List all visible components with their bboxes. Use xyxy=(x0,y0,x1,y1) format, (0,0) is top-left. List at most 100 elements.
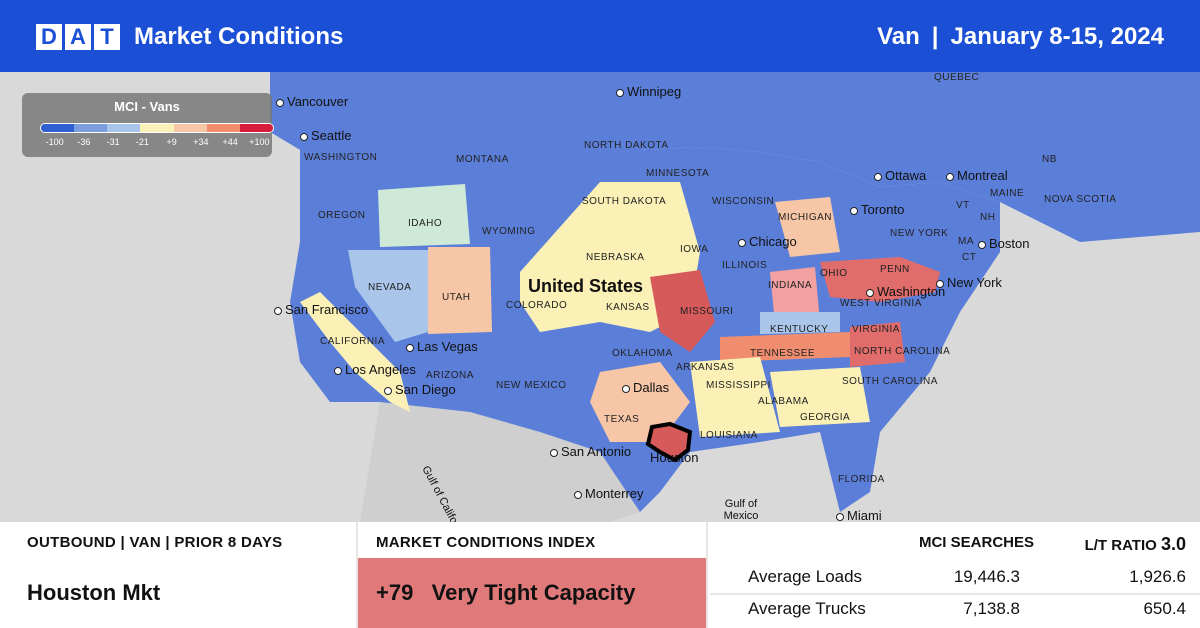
legend-tick: -21 xyxy=(135,137,149,147)
state-label: VT xyxy=(956,200,970,211)
state-label: SOUTH DAKOTA xyxy=(582,196,667,207)
state-label: UTAH xyxy=(442,292,471,303)
state-label: INDIANA xyxy=(768,280,813,291)
state-label: WYOMING xyxy=(482,226,536,237)
outbound-section: OUTBOUND | VAN | PRIOR 8 DAYS Houston Mk… xyxy=(0,522,356,628)
city-label: Toronto xyxy=(850,202,904,217)
legend-swatch xyxy=(239,124,273,132)
state-label: FLORIDA xyxy=(838,474,885,485)
header-bar: D A T Market Conditions Van | January 8-… xyxy=(0,0,1200,72)
city-label: Dallas xyxy=(622,380,669,395)
state-label: ALABAMA xyxy=(758,396,809,407)
row-label: Average Loads xyxy=(748,567,863,586)
logo-letter: D xyxy=(36,24,62,50)
state-label: COLORADO xyxy=(506,300,568,311)
city-label: Miami xyxy=(836,508,882,522)
legend-swatch xyxy=(140,124,174,132)
row-searches-value: 19,446.3 xyxy=(953,567,1020,586)
water-label: Gulf of Mexico xyxy=(723,498,759,522)
header-separator: | xyxy=(931,23,939,50)
ratio-value: 3.0 xyxy=(1160,534,1186,554)
state-label: ARIZONA xyxy=(426,370,474,381)
state-label: LOUISIANA xyxy=(700,430,758,441)
equipment-type: Van xyxy=(877,23,920,50)
searches-title: MCI SEARCHES xyxy=(918,534,1034,551)
state-label: IOWA xyxy=(680,244,709,255)
legend-swatch xyxy=(173,124,207,132)
state-label: MAINE xyxy=(990,188,1025,199)
state-label: NEW MEXICO xyxy=(496,380,567,391)
mci-map[interactable]: MCI - Vans -100 -36 -31 -21 +9 +34 +44 +… xyxy=(0,72,1200,522)
city-label: Vancouver xyxy=(276,94,348,109)
state-label: CALIFORNIA xyxy=(320,336,386,347)
table-row: Average Loads 19,446.3 1,926.6 xyxy=(710,562,1200,592)
legend-ticks: -100 -36 -31 -21 +9 +34 +44 +100 xyxy=(40,137,274,147)
row-ratio-value: 1,926.6 xyxy=(1129,567,1186,586)
searches-section: MCI SEARCHES L/T RATIO 3.0 Average Loads… xyxy=(710,522,1200,628)
city-label: Seattle xyxy=(300,128,351,143)
row-searches-value: 7,138.8 xyxy=(963,599,1020,618)
state-label: NORTH CAROLINA xyxy=(854,346,951,357)
mci-status: +79 Very Tight Capacity xyxy=(376,580,635,606)
mci-title: MARKET CONDITIONS INDEX xyxy=(376,534,596,551)
legend-swatch xyxy=(74,124,108,132)
legend-tick: -31 xyxy=(106,137,120,147)
mci-status-box: +79 Very Tight Capacity xyxy=(358,558,706,628)
city-label: Washington xyxy=(866,284,945,299)
legend-swatch xyxy=(41,124,75,132)
city-label: Los Angeles xyxy=(334,362,416,377)
state-label: NH xyxy=(980,212,996,223)
market-name: Houston Mkt xyxy=(27,580,161,605)
legend-tick: -100 xyxy=(45,137,64,147)
state-label: WASHINGTON xyxy=(304,152,378,163)
legend-swatch xyxy=(107,124,141,132)
state-label: QUEBEC xyxy=(934,72,980,83)
city-label: Winnipeg xyxy=(616,84,681,99)
state-label: MONTANA xyxy=(456,154,509,165)
state-label: NB xyxy=(1042,154,1057,165)
city-label: San Francisco xyxy=(274,302,368,317)
city-label: New York xyxy=(936,275,1002,290)
legend-swatch xyxy=(206,124,240,132)
state-label: VIRGINIA xyxy=(852,324,900,335)
state-label: WEST VIRGINIA xyxy=(840,298,922,309)
stats-panel: OUTBOUND | VAN | PRIOR 8 DAYS Houston Mk… xyxy=(0,522,1200,628)
state-label: WISCONSIN xyxy=(712,196,775,207)
row-label: Average Trucks xyxy=(748,599,866,618)
legend-tick: -36 xyxy=(77,137,91,147)
idaho-region xyxy=(378,184,470,247)
ratio-title: L/T RATIO xyxy=(1084,537,1157,554)
table-row: Average Trucks 7,138.8 650.4 xyxy=(710,594,1200,624)
legend-tick: +9 xyxy=(166,137,177,147)
mci-section: MARKET CONDITIONS INDEX +79 Very Tight C… xyxy=(358,522,706,628)
legend-color-bar xyxy=(40,123,274,133)
city-label: Ottawa xyxy=(874,168,926,183)
divider xyxy=(706,522,708,628)
date-range: January 8-15, 2024 xyxy=(950,23,1164,50)
header-meta: Van | January 8-15, 2024 xyxy=(877,22,1164,52)
state-label: OKLAHOMA xyxy=(612,348,673,359)
state-label: NEW YORK xyxy=(890,228,949,239)
city-label: Boston xyxy=(978,236,1029,251)
city-label: Montreal xyxy=(946,168,1008,183)
state-label: PENN xyxy=(880,264,910,275)
state-label: OHIO xyxy=(820,268,848,279)
state-label: NEVADA xyxy=(368,282,412,293)
state-label: ILLINOIS xyxy=(722,260,768,271)
logo-letter: A xyxy=(65,24,91,50)
city-label: Las Vegas xyxy=(406,339,478,354)
ratio-header: L/T RATIO 3.0 xyxy=(1085,534,1186,555)
city-label: Monterrey xyxy=(574,486,644,501)
mci-label: Very Tight Capacity xyxy=(431,580,636,605)
city-label: Chicago xyxy=(738,234,797,249)
state-label: MINNESOTA xyxy=(646,168,710,179)
legend-tick: +100 xyxy=(249,137,270,147)
state-label: ARKANSAS xyxy=(676,362,735,373)
state-label: NORTH DAKOTA xyxy=(584,140,669,151)
legend-tick: +44 xyxy=(222,137,238,147)
country-label: United States xyxy=(528,276,644,296)
mci-value: +79 xyxy=(376,580,414,605)
state-label: GEORGIA xyxy=(800,412,851,423)
state-label: MISSISSIPPI xyxy=(706,380,771,391)
legend-title: MCI - Vans xyxy=(114,99,180,114)
